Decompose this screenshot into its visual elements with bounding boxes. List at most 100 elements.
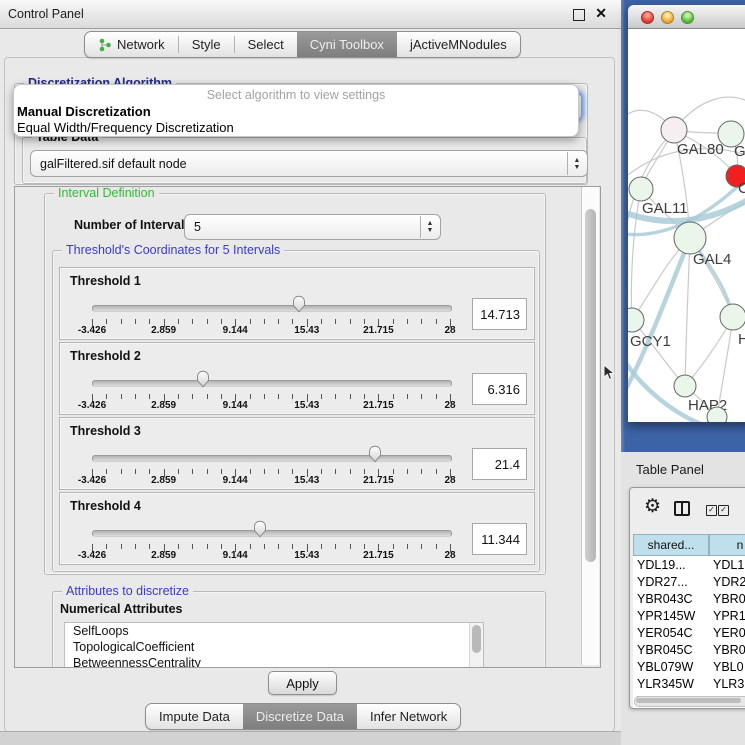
main-scrollbar-thumb[interactable] bbox=[585, 209, 596, 562]
attribute-list-item[interactable]: SelfLoops bbox=[65, 623, 483, 639]
table-row[interactable]: YER054CYER0 bbox=[633, 624, 745, 641]
slider-tick-label: 9.144 bbox=[205, 400, 265, 411]
minimize-traffic-light-icon[interactable] bbox=[661, 11, 674, 24]
table-column-header[interactable]: n bbox=[709, 534, 745, 556]
slider-tick bbox=[264, 544, 265, 549]
slider-tick bbox=[221, 319, 222, 324]
slider-tick bbox=[321, 544, 322, 549]
table-hscrollbar[interactable] bbox=[634, 696, 745, 707]
close-traffic-light-icon[interactable] bbox=[641, 11, 654, 24]
network-node-hap2[interactable] bbox=[674, 375, 696, 397]
threshold-slider-thumb[interactable] bbox=[291, 295, 307, 313]
table-data-combo[interactable]: galFiltered.sif default node ▲▼ bbox=[30, 150, 588, 177]
slider-tick bbox=[250, 544, 251, 549]
algorithm-placeholder-option[interactable]: Select algorithm to view settings bbox=[14, 88, 578, 102]
checkbox-icon[interactable]: ✓ bbox=[706, 505, 717, 516]
checkbox-icon[interactable]: ✓ bbox=[718, 505, 729, 516]
table-hscrollbar-thumb[interactable] bbox=[636, 698, 741, 703]
threshold-slider-thumb[interactable] bbox=[195, 370, 211, 388]
slider-tick bbox=[207, 544, 208, 549]
slider-tick bbox=[278, 469, 279, 474]
slider-tick-label: 2.859 bbox=[134, 475, 194, 486]
table-row[interactable]: YPR145WYPR1 bbox=[633, 607, 745, 624]
tab-impute-data[interactable]: Impute Data bbox=[146, 704, 243, 729]
slider-tick bbox=[393, 394, 394, 399]
attribute-list-item[interactable]: BetweennessCentrality bbox=[65, 655, 483, 668]
network-node-gcy1[interactable] bbox=[628, 308, 644, 332]
close-icon[interactable]: ✕ bbox=[595, 5, 607, 22]
apply-button[interactable]: Apply bbox=[268, 671, 337, 695]
float-window-icon[interactable] bbox=[573, 9, 585, 21]
table-row[interactable]: YLR345WYLR3 bbox=[633, 675, 745, 692]
threshold-slider-track[interactable] bbox=[92, 455, 452, 462]
table-row[interactable]: YBR043CYBR0 bbox=[633, 590, 745, 607]
tab-jactivemnodules[interactable]: jActiveMNodules bbox=[397, 32, 520, 57]
network-node-h[interactable] bbox=[720, 304, 745, 330]
threshold-slider-thumb[interactable] bbox=[252, 520, 268, 538]
tab-cyni-toolbox[interactable]: Cyni Toolbox bbox=[297, 32, 397, 57]
network-node-gal80[interactable] bbox=[661, 117, 687, 143]
network-node-label: GAL4 bbox=[693, 251, 731, 268]
algorithm-option-equal-width[interactable]: Equal Width/Frequency Discretization bbox=[17, 120, 234, 135]
combo-stepper-icon[interactable]: ▲▼ bbox=[420, 216, 439, 238]
network-icon bbox=[98, 38, 112, 52]
attributes-scrollbar-thumb[interactable] bbox=[472, 625, 481, 653]
slider-tick bbox=[207, 469, 208, 474]
algorithm-dropdown-popup: Select algorithm to view settings Manual… bbox=[13, 84, 579, 137]
network-canvas[interactable]: GAL80GCGAL11GAL4GCY1HHAP2 bbox=[628, 29, 745, 422]
threshold-slider-track[interactable] bbox=[92, 380, 452, 387]
columns-icon[interactable] bbox=[674, 501, 690, 516]
threshold-value-field[interactable]: 14.713 bbox=[472, 298, 527, 330]
attributes-scrollbar[interactable] bbox=[469, 623, 483, 668]
threshold-slider-track[interactable] bbox=[92, 530, 452, 537]
tab-label: Network bbox=[117, 37, 165, 52]
threshold-slider-track[interactable] bbox=[92, 305, 452, 312]
slider-tick-label: 15.43 bbox=[277, 400, 337, 411]
main-scrollbar[interactable] bbox=[581, 187, 599, 665]
tab-discretize-data[interactable]: Discretize Data bbox=[243, 704, 357, 729]
numerical-attributes-list[interactable]: SelfLoopsTopologicalCoefficientBetweenne… bbox=[64, 622, 484, 668]
slider-tick-label: 9.144 bbox=[205, 475, 265, 486]
slider-tick bbox=[292, 319, 293, 324]
tab-select[interactable]: Select bbox=[235, 32, 297, 57]
threshold-value-field[interactable]: 21.4 bbox=[472, 448, 527, 480]
slider-tick bbox=[278, 394, 279, 399]
table-row[interactable]: YBR045CYBR0 bbox=[633, 641, 745, 658]
node-table[interactable]: shared...n YDL19...YDL1YDR27...YDR2YBR04… bbox=[633, 534, 745, 709]
slider-tick-label: 9.144 bbox=[205, 325, 265, 336]
network-node-gal4[interactable] bbox=[674, 222, 706, 254]
slider-tick-label: -3.426 bbox=[62, 325, 122, 336]
network-node-label: H bbox=[738, 331, 745, 348]
network-node[interactable] bbox=[707, 407, 727, 422]
attribute-list-item[interactable]: TopologicalCoefficient bbox=[65, 639, 483, 655]
slider-tick bbox=[135, 319, 136, 324]
slider-tick bbox=[192, 469, 193, 474]
network-view-window: GAL80GCGAL11GAL4GCY1HHAP2 bbox=[628, 5, 745, 422]
tab-network[interactable]: Network bbox=[85, 32, 178, 57]
slider-tick bbox=[393, 319, 394, 324]
threshold-panel-4: Threshold 4-3.4262.8599.14415.4321.71528… bbox=[59, 492, 535, 565]
algorithm-option-manual[interactable]: Manual Discretization bbox=[17, 104, 151, 119]
tab-style[interactable]: Style bbox=[179, 32, 234, 57]
slider-tick bbox=[149, 469, 150, 474]
table-row[interactable]: YDR27...YDR2 bbox=[633, 573, 745, 590]
network-node-gal11[interactable] bbox=[629, 177, 653, 201]
table-row[interactable]: YBL079WYBL0 bbox=[633, 658, 745, 675]
combo-stepper-icon[interactable]: ▲▼ bbox=[567, 152, 586, 175]
table-cell: YDR27... bbox=[633, 573, 709, 590]
threshold-value-field[interactable]: 11.344 bbox=[472, 523, 527, 555]
threshold-panel-1: Threshold 1-3.4262.8599.14415.4321.71528… bbox=[59, 267, 535, 340]
threshold-value-field[interactable]: 6.316 bbox=[472, 373, 527, 405]
gear-icon[interactable]: ⚙ bbox=[644, 497, 661, 516]
number-of-intervals-combo[interactable]: 5 ▲▼ bbox=[184, 214, 441, 240]
interval-definition-group: Interval Definition Number of Intervals … bbox=[44, 193, 546, 575]
numerical-attributes-label: Numerical Attributes bbox=[60, 602, 182, 616]
table-column-header[interactable]: shared... bbox=[633, 534, 709, 556]
node-table-panel: ⚙ ✓ ✓ shared...n YDL19...YDL1YDR27...YDR… bbox=[629, 487, 745, 709]
network-window-titlebar[interactable] bbox=[628, 5, 745, 29]
table-row[interactable]: YDL19...YDL1 bbox=[633, 556, 745, 573]
table-data-combo-value: galFiltered.sif default node bbox=[40, 157, 187, 171]
zoom-traffic-light-icon[interactable] bbox=[681, 11, 694, 24]
tab-infer-network[interactable]: Infer Network bbox=[357, 704, 460, 729]
threshold-slider-thumb[interactable] bbox=[367, 445, 383, 463]
